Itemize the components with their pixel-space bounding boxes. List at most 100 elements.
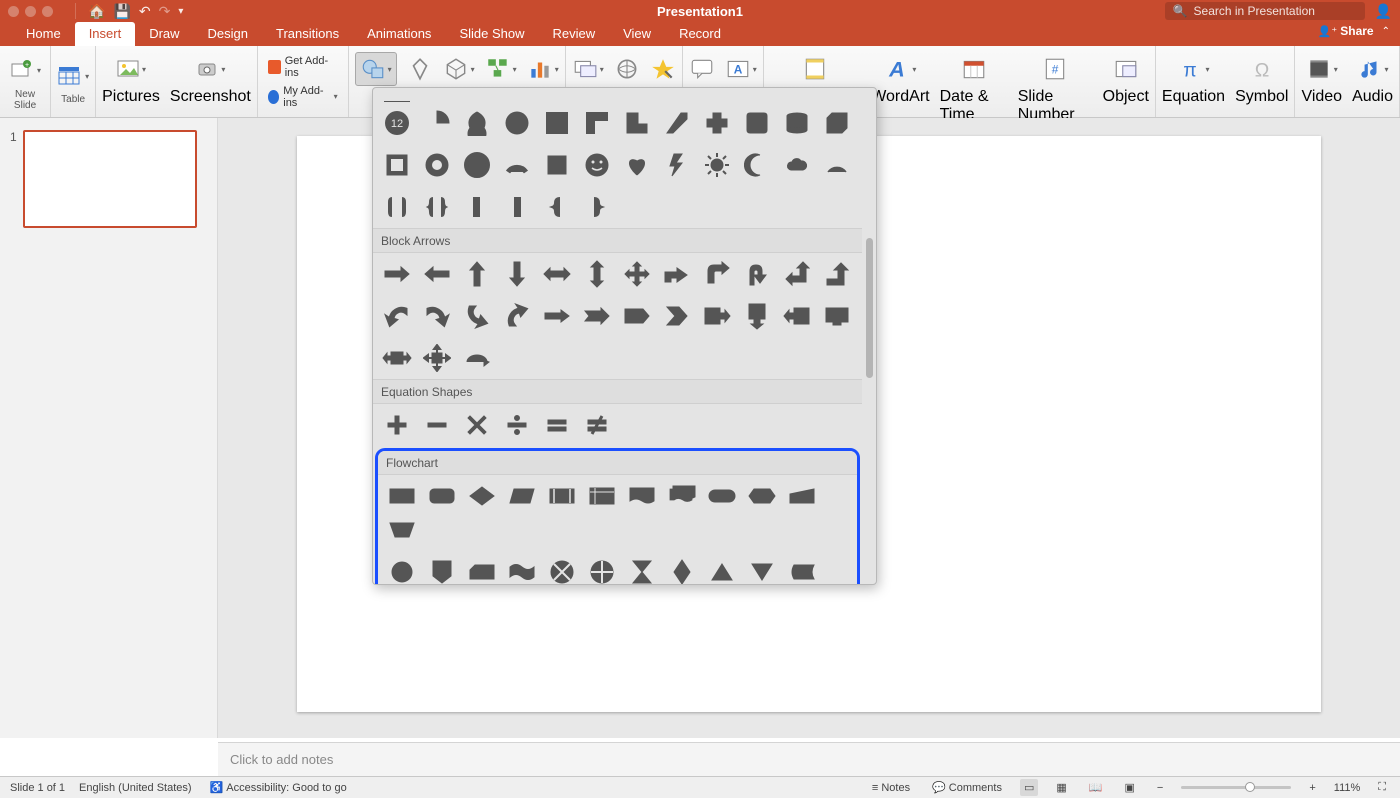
shape-pie[interactable]: [417, 106, 457, 140]
tab-draw[interactable]: Draw: [135, 22, 193, 46]
table-button[interactable]: ▾ Table: [51, 46, 96, 117]
arrow-callout-quad[interactable]: [417, 341, 457, 375]
shape-teardrop[interactable]: [457, 106, 497, 140]
shape-frame[interactable]: [497, 106, 537, 140]
eq-minus[interactable]: [417, 408, 457, 442]
window-controls[interactable]: [8, 6, 53, 17]
eq-plus[interactable]: [377, 408, 417, 442]
shape-brace-lr[interactable]: [417, 190, 457, 224]
redo-icon[interactable]: ↷: [155, 3, 175, 20]
fc-connector[interactable]: [382, 555, 422, 584]
fc-internal[interactable]: [582, 479, 622, 513]
arrow-leftup[interactable]: [777, 257, 817, 291]
eq-divide[interactable]: [497, 408, 537, 442]
undo-icon[interactable]: ↶: [135, 3, 155, 20]
arrow-uturn-r[interactable]: [737, 257, 777, 291]
fc-preparation[interactable]: [742, 479, 782, 513]
zoom-button[interactable]: ▾: [572, 50, 604, 88]
shape-smiley[interactable]: [577, 148, 617, 182]
view-slideshow-icon[interactable]: ▣: [1121, 779, 1139, 796]
shape-sun[interactable]: [697, 148, 737, 182]
fc-sort[interactable]: [662, 555, 702, 584]
fc-collate[interactable]: [622, 555, 662, 584]
date-time-button[interactable]: Date & Time: [940, 50, 1008, 124]
eq-notequals[interactable]: [577, 408, 617, 442]
arrow-striped-r[interactable]: [537, 299, 577, 333]
view-sorter-icon[interactable]: ▦: [1052, 779, 1070, 796]
shape-lightning[interactable]: [657, 148, 697, 182]
shape-brace-l[interactable]: [537, 190, 577, 224]
shape-donut[interactable]: [417, 148, 457, 182]
arrow-down[interactable]: [497, 257, 537, 291]
eq-equals[interactable]: [537, 408, 577, 442]
search-box[interactable]: 🔍 Search in Presentation: [1165, 2, 1365, 20]
shape-bracket-lr[interactable]: [377, 190, 417, 224]
shape-bevel[interactable]: [377, 148, 417, 182]
arrow-curved-d[interactable]: [457, 299, 497, 333]
shape-lshape-fill[interactable]: [617, 106, 657, 140]
arrow-curved-u[interactable]: [497, 299, 537, 333]
status-accessibility[interactable]: ♿Accessibility: Good to go: [206, 779, 351, 796]
shape-moon[interactable]: [737, 148, 777, 182]
save-icon[interactable]: 💾: [109, 3, 134, 20]
eq-multiply[interactable]: [457, 408, 497, 442]
shape-arc2[interactable]: [817, 148, 857, 182]
shape-brace-r[interactable]: [577, 190, 617, 224]
tab-design[interactable]: Design: [194, 22, 262, 46]
arrow-up[interactable]: [457, 257, 497, 291]
arrow-quad[interactable]: [617, 257, 657, 291]
slide-thumbnail-1[interactable]: [23, 130, 197, 228]
pictures-button[interactable]: ▾ Pictures: [102, 50, 160, 106]
arrow-bent-ur[interactable]: [697, 257, 737, 291]
fc-document[interactable]: [622, 479, 662, 513]
collapse-ribbon-icon[interactable]: ⌃: [1382, 26, 1390, 37]
arrow-callout-l[interactable]: [777, 299, 817, 333]
notes-pane[interactable]: Click to add notes: [218, 742, 1400, 776]
arrow-curved-l[interactable]: [377, 299, 417, 333]
arrow-leftright[interactable]: [537, 257, 577, 291]
shape-folded[interactable]: [537, 148, 577, 182]
arrow-callout-d[interactable]: [737, 299, 777, 333]
shape-cube[interactable]: [817, 106, 857, 140]
link-button[interactable]: [614, 50, 640, 88]
arrow-right[interactable]: [377, 257, 417, 291]
arrow-pentagon[interactable]: [617, 299, 657, 333]
shape-polygon-12[interactable]: 12: [377, 106, 417, 140]
popup-scrollbar[interactable]: [866, 238, 873, 378]
shape-lshape[interactable]: [577, 106, 617, 140]
chart-button[interactable]: ▾: [527, 50, 559, 88]
arrow-curved-r[interactable]: [417, 299, 457, 333]
fc-stored[interactable]: [782, 555, 822, 584]
arrow-notched-r[interactable]: [577, 299, 617, 333]
shape-heart[interactable]: [617, 148, 657, 182]
tab-record[interactable]: Record: [665, 22, 735, 46]
audio-button[interactable]: ▾Audio: [1352, 50, 1393, 106]
fc-predef[interactable]: [542, 479, 582, 513]
screenshot-button[interactable]: ▾ Screenshot: [170, 50, 251, 106]
arrow-callout-u[interactable]: [817, 299, 857, 333]
fc-extract[interactable]: [702, 555, 742, 584]
fc-merge[interactable]: [742, 555, 782, 584]
arrow-bent-lr[interactable]: [657, 257, 697, 291]
fc-junction[interactable]: [542, 555, 582, 584]
arrow-updown[interactable]: [577, 257, 617, 291]
tab-view[interactable]: View: [609, 22, 665, 46]
shape-arc[interactable]: [497, 148, 537, 182]
smartart-button[interactable]: ▾: [485, 50, 517, 88]
arrow-bentup[interactable]: [817, 257, 857, 291]
comment-button[interactable]: [689, 50, 715, 88]
slide-number-button[interactable]: #Slide Number: [1018, 50, 1093, 124]
shapes-dropdown[interactable]: ▾: [355, 50, 397, 88]
tab-insert[interactable]: Insert: [75, 22, 136, 46]
shape-cloud[interactable]: [777, 148, 817, 182]
arrow-left[interactable]: [417, 257, 457, 291]
tab-review[interactable]: Review: [538, 22, 609, 46]
action-button[interactable]: [650, 50, 676, 88]
fc-multidoc[interactable]: [662, 479, 702, 513]
user-avatar-icon[interactable]: 👤: [1375, 3, 1392, 20]
shape-can[interactable]: [777, 106, 817, 140]
home-icon[interactable]: 🏠: [84, 3, 109, 20]
tab-home[interactable]: Home: [12, 22, 75, 46]
fc-manualinput[interactable]: [782, 479, 822, 513]
arrow-circular[interactable]: [457, 341, 497, 375]
